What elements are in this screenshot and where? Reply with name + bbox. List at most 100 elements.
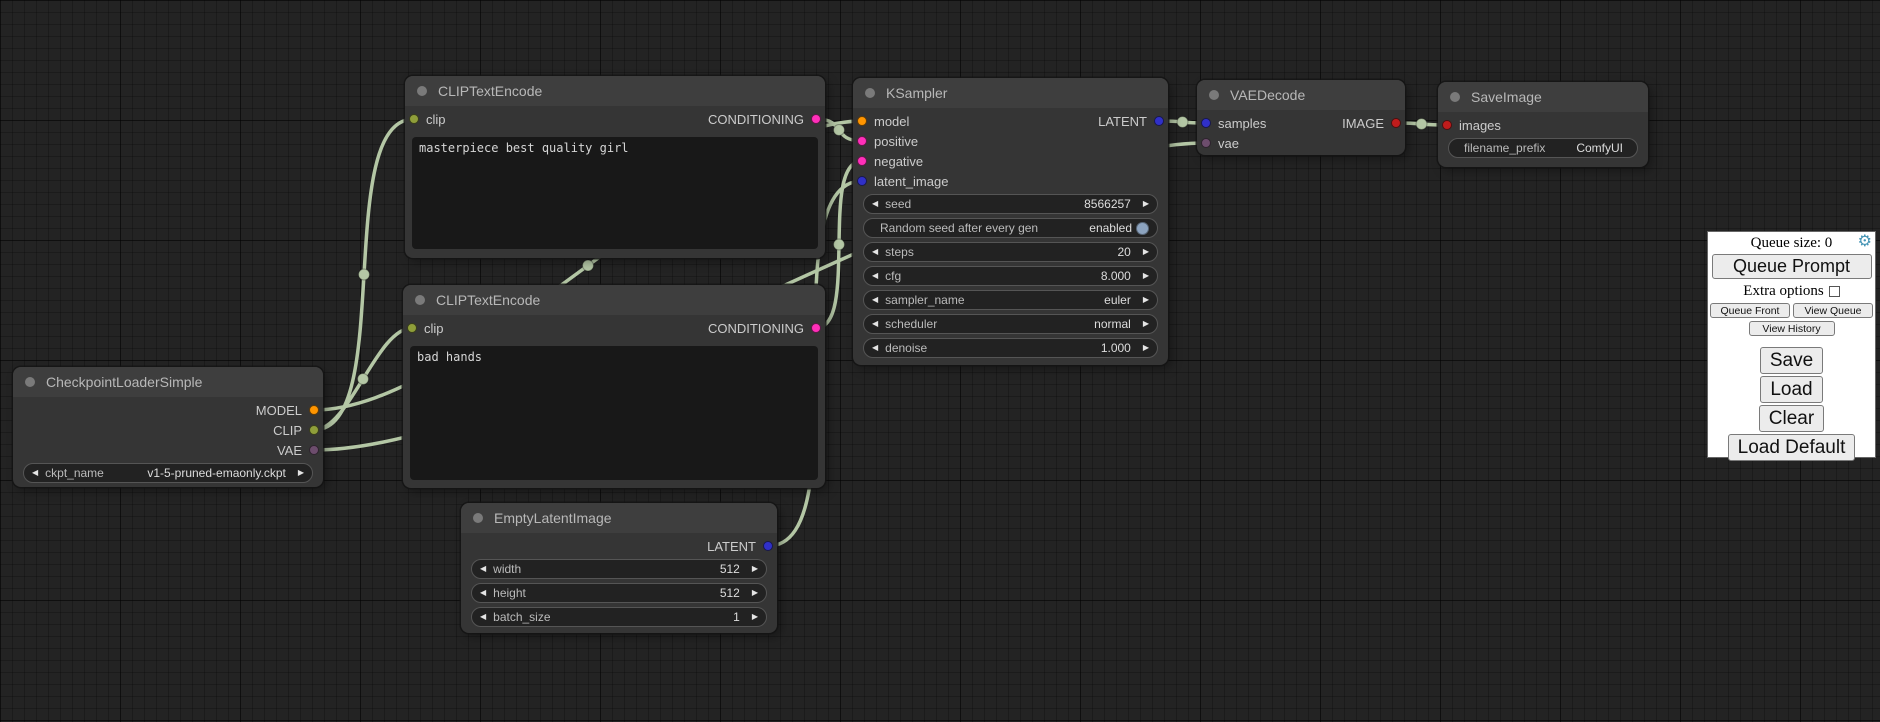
widget-value[interactable]: 512: [526, 586, 740, 600]
negative-input-port[interactable]: [857, 156, 867, 166]
vae-output-port[interactable]: [309, 445, 319, 455]
view-history-button[interactable]: View History: [1749, 321, 1835, 336]
increment-arrow-icon[interactable]: ▶: [1143, 200, 1149, 208]
node-save-image[interactable]: SaveImage images filename_prefix ComfyUI: [1438, 82, 1648, 167]
widget-value[interactable]: euler: [965, 293, 1131, 307]
increment-arrow-icon[interactable]: ▶: [1143, 272, 1149, 280]
node-title: CLIPTextEncode: [436, 292, 540, 308]
samples-input-port[interactable]: [1201, 118, 1211, 128]
clip-input-port[interactable]: [407, 323, 417, 333]
decrement-arrow-icon[interactable]: ◀: [872, 200, 878, 208]
steps-widget[interactable]: ◀ steps 20 ▶: [863, 242, 1158, 262]
increment-arrow-icon[interactable]: ▶: [1143, 344, 1149, 352]
settings-gear-icon[interactable]: ⚙: [1858, 233, 1872, 249]
node-vae-decode[interactable]: VAEDecode samples IMAGE vae: [1197, 80, 1405, 155]
node-checkpoint-loader[interactable]: CheckpointLoaderSimple MODEL CLIP VAE ◀ …: [13, 367, 323, 487]
widget-value[interactable]: 1: [551, 610, 740, 624]
positive-input-port[interactable]: [857, 136, 867, 146]
ckpt-name-widget[interactable]: ◀ ckpt_name v1-5-pruned-emaonly.ckpt ▶: [23, 463, 313, 483]
node-clip-text-encode-positive[interactable]: CLIPTextEncode clip CONDITIONING masterp…: [405, 76, 825, 258]
output-label: VAE: [277, 443, 302, 458]
node-collapse-dot[interactable]: [25, 377, 35, 387]
node-graph-canvas[interactable]: CheckpointLoaderSimple MODEL CLIP VAE ◀ …: [0, 0, 1880, 722]
decrement-arrow-icon[interactable]: ◀: [872, 320, 878, 328]
widget-label: scheduler: [885, 317, 937, 331]
widget-value[interactable]: 512: [521, 562, 740, 576]
clear-button[interactable]: Clear: [1759, 405, 1824, 432]
decrement-arrow-icon[interactable]: ◀: [480, 565, 486, 573]
increment-arrow-icon[interactable]: ▶: [298, 469, 304, 477]
conditioning-output-port[interactable]: [811, 323, 821, 333]
node-title-bar[interactable]: SaveImage: [1438, 82, 1648, 112]
node-collapse-dot[interactable]: [473, 513, 483, 523]
scheduler-widget[interactable]: ◀ scheduler normal ▶: [863, 314, 1158, 334]
node-title-bar[interactable]: CheckpointLoaderSimple: [13, 367, 323, 397]
node-collapse-dot[interactable]: [1209, 90, 1219, 100]
prompt-text-area[interactable]: masterpiece best quality girl: [412, 137, 818, 249]
decrement-arrow-icon[interactable]: ◀: [480, 613, 486, 621]
height-widget[interactable]: ◀ height 512 ▶: [471, 583, 767, 603]
increment-arrow-icon[interactable]: ▶: [752, 613, 758, 621]
widget-value[interactable]: 20: [914, 245, 1131, 259]
widget-value[interactable]: 8566257: [911, 197, 1131, 211]
increment-arrow-icon[interactable]: ▶: [752, 565, 758, 573]
clip-input-port[interactable]: [409, 114, 419, 124]
save-button[interactable]: Save: [1760, 347, 1823, 374]
node-title-bar[interactable]: EmptyLatentImage: [461, 503, 777, 533]
decrement-arrow-icon[interactable]: ◀: [872, 296, 878, 304]
increment-arrow-icon[interactable]: ▶: [1143, 320, 1149, 328]
widget-value[interactable]: ComfyUI: [1545, 141, 1623, 155]
images-input-port[interactable]: [1442, 120, 1452, 130]
image-output-port[interactable]: [1391, 118, 1401, 128]
model-output-port[interactable]: [309, 405, 319, 415]
node-title-bar[interactable]: CLIPTextEncode: [405, 76, 825, 106]
node-ksampler[interactable]: KSampler model LATENT positive negative …: [853, 78, 1168, 365]
width-widget[interactable]: ◀ width 512 ▶: [471, 559, 767, 579]
increment-arrow-icon[interactable]: ▶: [1143, 248, 1149, 256]
batch-size-widget[interactable]: ◀ batch_size 1 ▶: [471, 607, 767, 627]
load-button[interactable]: Load: [1760, 376, 1822, 403]
increment-arrow-icon[interactable]: ▶: [752, 589, 758, 597]
node-title-bar[interactable]: CLIPTextEncode: [403, 285, 825, 315]
load-default-button[interactable]: Load Default: [1728, 434, 1856, 461]
random-seed-toggle-widget[interactable]: Random seed after every gen enabled: [863, 218, 1158, 238]
node-collapse-dot[interactable]: [417, 86, 427, 96]
decrement-arrow-icon[interactable]: ◀: [480, 589, 486, 597]
seed-widget[interactable]: ◀ seed 8566257 ▶: [863, 194, 1158, 214]
conditioning-output-port[interactable]: [811, 114, 821, 124]
toggle-on-icon[interactable]: [1136, 222, 1149, 235]
latent-output-port[interactable]: [1154, 116, 1164, 126]
increment-arrow-icon[interactable]: ▶: [1143, 296, 1149, 304]
widget-value[interactable]: 1.000: [927, 341, 1131, 355]
node-collapse-dot[interactable]: [415, 295, 425, 305]
node-empty-latent-image[interactable]: EmptyLatentImage LATENT ◀ width 512 ▶ ◀ …: [461, 503, 777, 633]
node-clip-text-encode-negative[interactable]: CLIPTextEncode clip CONDITIONING bad han…: [403, 285, 825, 488]
clip-output-port[interactable]: [309, 425, 319, 435]
latent-image-input-port[interactable]: [857, 176, 867, 186]
vae-input-port[interactable]: [1201, 138, 1211, 148]
widget-value[interactable]: 8.000: [901, 269, 1131, 283]
node-title-bar[interactable]: KSampler: [853, 78, 1168, 108]
queue-front-button[interactable]: Queue Front: [1710, 303, 1790, 318]
input-label: model: [874, 114, 909, 129]
model-input-port[interactable]: [857, 116, 867, 126]
filename-prefix-widget[interactable]: filename_prefix ComfyUI: [1448, 138, 1638, 158]
widget-value[interactable]: v1-5-pruned-emaonly.ckpt: [104, 466, 286, 480]
widget-value[interactable]: normal: [937, 317, 1131, 331]
extra-options-checkbox[interactable]: [1829, 286, 1840, 297]
decrement-arrow-icon[interactable]: ◀: [872, 344, 878, 352]
decrement-arrow-icon[interactable]: ◀: [32, 469, 38, 477]
sampler-name-widget[interactable]: ◀ sampler_name euler ▶: [863, 290, 1158, 310]
cfg-widget[interactable]: ◀ cfg 8.000 ▶: [863, 266, 1158, 286]
node-title-bar[interactable]: VAEDecode: [1197, 80, 1405, 110]
node-collapse-dot[interactable]: [1450, 92, 1460, 102]
queue-prompt-button[interactable]: Queue Prompt: [1712, 254, 1872, 279]
prompt-text-area[interactable]: bad hands: [410, 346, 818, 480]
decrement-arrow-icon[interactable]: ◀: [872, 248, 878, 256]
node-collapse-dot[interactable]: [865, 88, 875, 98]
view-queue-button[interactable]: View Queue: [1793, 303, 1873, 318]
input-label: vae: [1218, 136, 1239, 151]
decrement-arrow-icon[interactable]: ◀: [872, 272, 878, 280]
latent-output-port[interactable]: [763, 541, 773, 551]
denoise-widget[interactable]: ◀ denoise 1.000 ▶: [863, 338, 1158, 358]
